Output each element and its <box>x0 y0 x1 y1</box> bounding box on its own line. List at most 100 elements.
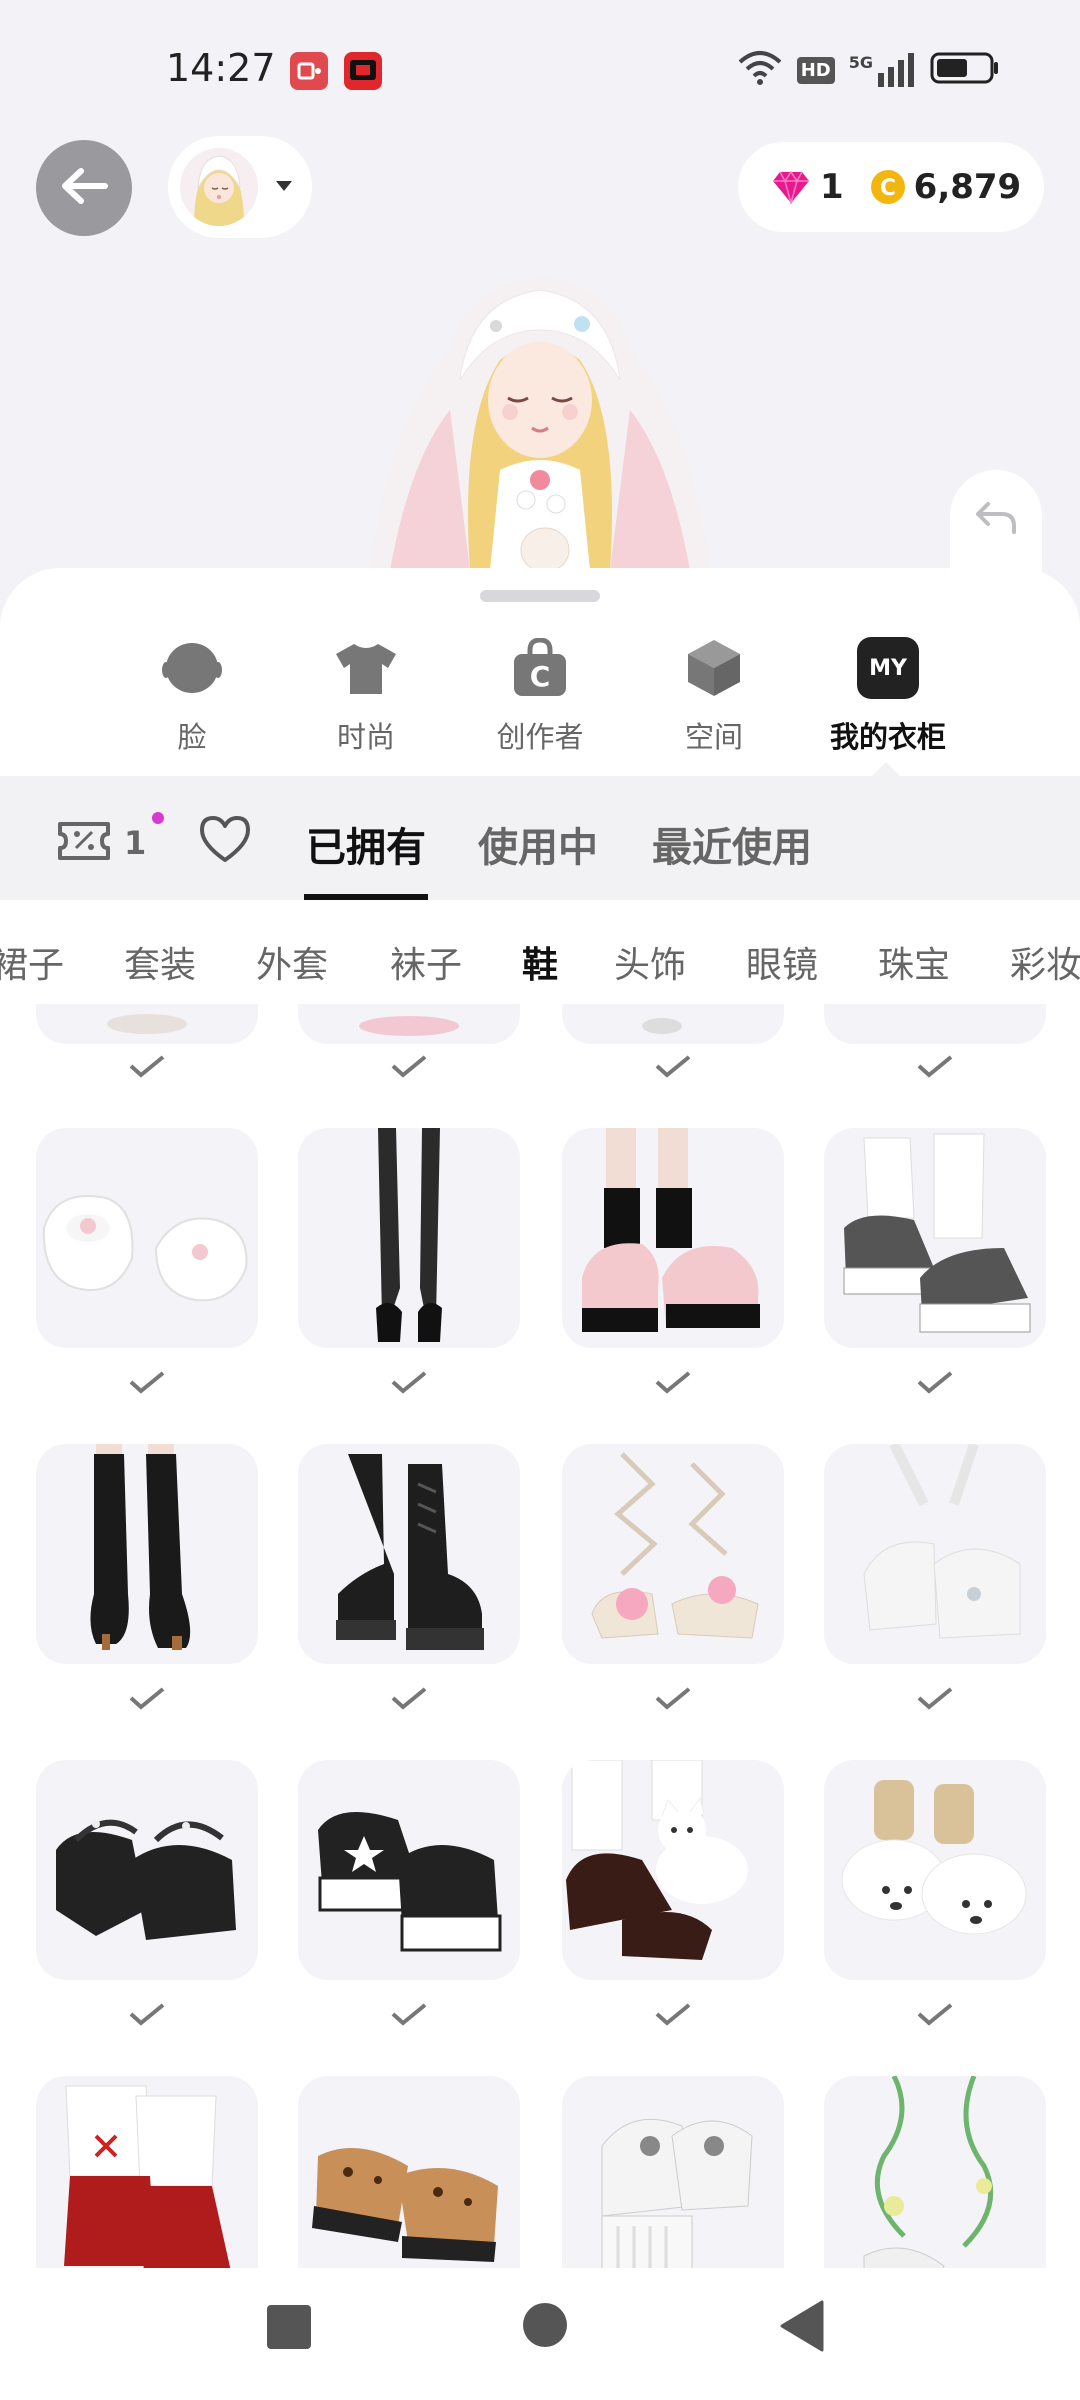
subcategory-glasses[interactable]: 眼镜 <box>746 936 818 988</box>
svg-text:C: C <box>530 660 551 693</box>
owned-check-icon <box>655 1687 691 1710</box>
item-green-vine-sandals[interactable] <box>824 2076 1046 2268</box>
svg-text:C: C <box>880 176 896 201</box>
owned-check-icon <box>391 1371 427 1394</box>
signal-5g-icon: 5G <box>849 53 916 87</box>
back-button[interactable] <box>36 140 132 236</box>
drag-handle[interactable] <box>480 590 600 602</box>
avatar-preview[interactable] <box>300 260 780 573</box>
subcategory-jewelry[interactable]: 珠宝 <box>878 936 950 988</box>
owned-check-icon <box>655 1055 691 1078</box>
item-card[interactable] <box>562 1004 784 1044</box>
home-circle-icon <box>522 2303 568 2352</box>
status-icons: HD 5G <box>737 50 1000 90</box>
hd-icon: HD <box>796 56 835 84</box>
item-white-leg-warmer-sneakers[interactable] <box>824 1128 1046 1348</box>
owned-check-icon <box>391 1687 427 1710</box>
item-red-lace-boots[interactable] <box>36 2076 258 2268</box>
caret-down-icon <box>274 178 294 197</box>
currency-display[interactable]: 1 C 6,879 <box>738 142 1044 232</box>
coin-count: 6,879 <box>913 167 1022 207</box>
owned-check-icon <box>655 1371 691 1394</box>
owned-check-icon <box>129 2003 165 2026</box>
face-icon <box>160 636 224 700</box>
battery-icon <box>930 51 1000 89</box>
undo-button[interactable] <box>950 470 1042 580</box>
item-grid <box>0 1004 1080 2268</box>
avatar-switcher[interactable] <box>168 136 312 238</box>
owned-check-icon <box>391 1055 427 1078</box>
category-face[interactable]: 脸 <box>132 636 252 756</box>
subcategory-shoes[interactable]: 鞋 <box>522 936 558 988</box>
item-kitten-mary-janes[interactable] <box>562 1760 784 1980</box>
item-black-tights-platform-heels[interactable] <box>298 1128 520 1348</box>
subcategory-outfits[interactable]: 套装 <box>124 936 196 988</box>
owned-check-icon <box>917 1055 953 1078</box>
tab-recently-used[interactable]: 最近使用 <box>652 815 812 873</box>
gem-icon <box>772 170 810 204</box>
owned-check-icon <box>391 2003 427 2026</box>
creator-bag-icon: C <box>508 636 572 700</box>
category-label: 脸 <box>177 720 207 754</box>
item-black-knee-high-boots[interactable] <box>36 1444 258 1664</box>
item-white-bunny-clogs[interactable] <box>36 1128 258 1348</box>
my-badge: MY <box>857 637 919 699</box>
tab-owned[interactable]: 已拥有 <box>306 815 426 873</box>
my-wardrobe-icon: MY <box>856 636 920 700</box>
item-card[interactable] <box>36 1004 258 1044</box>
item-black-lace-up-platform-boots[interactable] <box>298 1444 520 1664</box>
subcategory-makeup[interactable]: 彩妆 <box>1010 936 1080 988</box>
coupon-button[interactable]: 1 <box>56 818 146 868</box>
tshirt-icon <box>334 636 398 700</box>
subcategory-headwear[interactable]: 头饰 <box>614 936 686 988</box>
undo-icon <box>974 500 1018 540</box>
recents-button[interactable] <box>266 2304 312 2354</box>
coupon-icon <box>56 818 112 868</box>
app-notification-icon <box>344 52 382 90</box>
owned-check-icon <box>917 2003 953 2026</box>
avatar-icon <box>180 148 258 226</box>
subcategory-skirts[interactable]: 裙子 <box>0 936 64 988</box>
item-black-pearl-strap-heels[interactable] <box>36 1760 258 1980</box>
category-space[interactable]: 空间 <box>654 636 774 756</box>
owned-check-icon <box>129 1371 165 1394</box>
item-black-white-star-sneakers[interactable] <box>298 1760 520 1980</box>
tab-in-use[interactable]: 使用中 <box>478 815 598 873</box>
system-nav-bar <box>0 2268 1080 2400</box>
favorites-button[interactable] <box>198 814 252 868</box>
coin-icon: C <box>870 169 906 205</box>
category-label: 我的衣柜 <box>829 720 946 754</box>
owned-check-icon <box>917 1687 953 1710</box>
item-white-ribbon-shoes[interactable] <box>824 1444 1046 1664</box>
item-white-platform-shoes[interactable] <box>562 2076 784 2268</box>
category-my-wardrobe[interactable]: MY 我的衣柜 <box>828 636 948 756</box>
item-pink-mary-jane-platforms[interactable] <box>562 1128 784 1348</box>
clock: 14:27 <box>166 46 276 90</box>
category-label: 空间 <box>684 720 743 754</box>
system-back-button[interactable] <box>778 2300 824 2356</box>
coupon-count: 1 <box>124 824 147 862</box>
item-leopard-slides[interactable] <box>298 2076 520 2268</box>
network-label: 5G <box>848 53 873 72</box>
item-card[interactable] <box>298 1004 520 1044</box>
tab-underline <box>304 894 428 900</box>
notification-dot <box>152 812 164 824</box>
home-button[interactable] <box>522 2302 568 2352</box>
status-bar: 14:27 HD 5G <box>0 0 1080 140</box>
owned-check-icon <box>917 1371 953 1394</box>
subcategory-row: 裙子 套装 外套 袜子 鞋 头饰 眼镜 珠宝 彩妆 <box>0 920 1080 1004</box>
item-polar-bear-slippers[interactable] <box>824 1760 1046 1980</box>
item-card[interactable] <box>824 1004 1046 1044</box>
gem-count: 1 <box>820 167 844 207</box>
wifi-icon <box>737 50 783 90</box>
recents-square-icon <box>266 2305 312 2354</box>
subcategory-jackets[interactable]: 外套 <box>256 936 328 988</box>
subcategory-socks[interactable]: 袜子 <box>390 936 462 988</box>
owned-check-icon <box>129 1055 165 1078</box>
owned-check-icon <box>129 1687 165 1710</box>
category-creator[interactable]: C 创作者 <box>480 636 600 756</box>
heart-icon <box>198 816 252 868</box>
item-flower-lace-up-sandals[interactable] <box>562 1444 784 1664</box>
screen-record-icon <box>290 52 328 90</box>
category-fashion[interactable]: 时尚 <box>306 636 426 756</box>
